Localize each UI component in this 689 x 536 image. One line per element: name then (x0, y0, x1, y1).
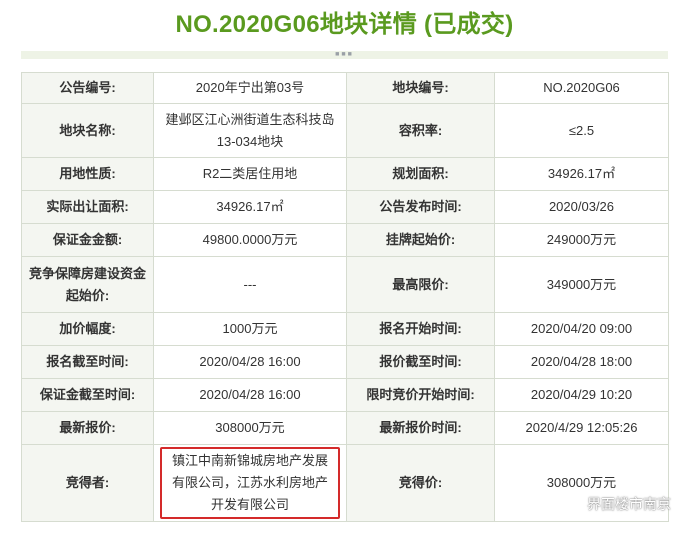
field-label: 地块编号: (346, 72, 495, 104)
field-value: 2020/04/28 16:00 (153, 378, 347, 412)
field-label: 保证金金额: (21, 223, 154, 257)
field-label: 报价截至时间: (346, 345, 495, 379)
table-row: 竞争保障房建设资金起始价: --- 最高限价: 349000万元 (21, 256, 669, 313)
field-value: 308000万元 (153, 411, 347, 445)
field-value: 34926.17㎡ (494, 157, 669, 191)
winner-cell: 镇江中南新锦城房地产发展有限公司，江苏水利房地产开发有限公司 (153, 444, 347, 522)
field-label: 容积率: (346, 103, 495, 158)
field-label: 竞争保障房建设资金起始价: (21, 256, 154, 313)
field-label: 报名开始时间: (346, 312, 495, 346)
field-value: 2020/03/26 (494, 190, 669, 224)
table-row: 加价幅度: 1000万元 报名开始时间: 2020/04/20 09:00 (21, 312, 669, 346)
field-value: 2020/04/20 09:00 (494, 312, 669, 346)
page-title: NO.2020G06地块详情 (已成交) (175, 11, 514, 38)
field-value: 34926.17㎡ (153, 190, 347, 224)
watermark: 界面楼市南京 (560, 494, 671, 514)
field-value: 1000万元 (153, 312, 347, 346)
table-row: 保证金截至时间: 2020/04/28 16:00 限时竞价开始时间: 2020… (21, 378, 669, 412)
field-label: 用地性质: (21, 157, 154, 191)
field-value: 49800.0000万元 (153, 223, 347, 257)
table-row: 实际出让面积: 34926.17㎡ 公告发布时间: 2020/03/26 (21, 190, 669, 224)
field-value: 2020/04/28 18:00 (494, 345, 669, 379)
watermark-text: 界面楼市南京 (587, 496, 671, 512)
field-value: 2020/04/28 16:00 (153, 345, 347, 379)
field-value: 2020/4/29 12:05:26 (494, 411, 669, 445)
field-label: 公告编号: (21, 72, 154, 104)
field-value: 建邺区江心洲街道生态科技岛13-034地块 (153, 103, 347, 158)
field-label: 实际出让面积: (21, 190, 154, 224)
field-label: 竞得者: (21, 444, 154, 522)
field-label: 限时竞价开始时间: (346, 378, 495, 412)
field-value: 2020/04/29 10:20 (494, 378, 669, 412)
field-label: 地块名称: (21, 103, 154, 158)
table-row: 最新报价: 308000万元 最新报价时间: 2020/4/29 12:05:2… (21, 411, 669, 445)
field-value: 2020年宁出第03号 (153, 72, 347, 104)
table-row: 保证金金额: 49800.0000万元 挂牌起始价: 249000万元 (21, 223, 669, 257)
field-label: 最高限价: (346, 256, 495, 313)
table-row: 公告编号: 2020年宁出第03号 地块编号: NO.2020G06 (21, 72, 669, 104)
field-value: ≤2.5 (494, 103, 669, 158)
starting-price-value: 249000万元 (494, 223, 669, 257)
divider-dots: ■■■ (335, 51, 354, 58)
table-row: 报名截至时间: 2020/04/28 16:00 报价截至时间: 2020/04… (21, 345, 669, 379)
field-label: 最新报价时间: (346, 411, 495, 445)
field-label: 挂牌起始价: (346, 223, 495, 257)
winner-highlight: 镇江中南新锦城房地产发展有限公司，江苏水利房地产开发有限公司 (160, 447, 340, 519)
title-divider: ■■■ (21, 51, 668, 59)
field-label: 保证金截至时间: (21, 378, 154, 412)
field-label: 竞得价: (346, 444, 495, 522)
wechat-icon (560, 495, 582, 512)
field-label: 公告发布时间: (346, 190, 495, 224)
field-value: R2二类居住用地 (153, 157, 347, 191)
field-value: NO.2020G06 (494, 72, 669, 104)
field-label: 报名截至时间: (21, 345, 154, 379)
field-label: 加价幅度: (21, 312, 154, 346)
field-label: 规划面积: (346, 157, 495, 191)
land-detail-table: 公告编号: 2020年宁出第03号 地块编号: NO.2020G06 地块名称:… (21, 72, 669, 522)
field-value: --- (153, 256, 347, 313)
field-value: 349000万元 (494, 256, 669, 313)
table-row: 地块名称: 建邺区江心洲街道生态科技岛13-034地块 容积率: ≤2.5 (21, 103, 669, 158)
table-row: 用地性质: R2二类居住用地 规划面积: 34926.17㎡ (21, 157, 669, 191)
field-label: 最新报价: (21, 411, 154, 445)
